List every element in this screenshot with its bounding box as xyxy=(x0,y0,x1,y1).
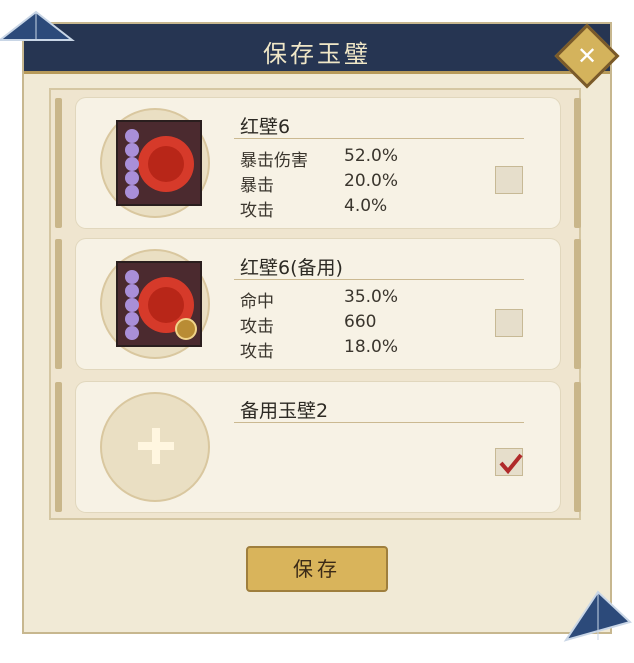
bottom-right-fan-icon xyxy=(560,582,634,652)
stat-label: 攻击 xyxy=(240,201,274,221)
item-name: 红壁6(备用) xyxy=(240,257,343,279)
list-item[interactable]: 红壁6 暴击伤害 52.0% 暴击 20.0% 攻击 4.0% xyxy=(55,98,581,228)
checkmark-icon xyxy=(499,453,523,475)
stat-label: 命中 xyxy=(240,292,274,312)
red-jade-icon xyxy=(116,120,202,206)
top-left-fan-icon xyxy=(0,6,76,46)
item-name: 红壁6 xyxy=(240,116,291,138)
stat-label: 攻击 xyxy=(240,342,274,362)
close-icon: ✕ xyxy=(576,42,598,70)
save-button[interactable]: 保存 xyxy=(246,546,388,592)
dialog-title: 保存玉璧 xyxy=(263,40,371,68)
add-slot-icon[interactable] xyxy=(136,426,176,466)
stat-label: 暴击伤害 xyxy=(240,151,308,171)
stat-value: 20.0% xyxy=(344,171,399,191)
stat-value: 35.0% xyxy=(344,287,399,307)
list-item[interactable]: 备用玉壁2 xyxy=(55,382,581,512)
stat-label: 攻击 xyxy=(240,317,274,337)
item-name: 备用玉壁2 xyxy=(240,400,329,422)
red-jade-icon xyxy=(116,261,202,347)
item-divider xyxy=(234,138,524,139)
stat-value: 4.0% xyxy=(344,196,388,216)
stat-value: 660 xyxy=(344,312,377,332)
select-checkbox[interactable] xyxy=(495,309,523,337)
select-checkbox[interactable] xyxy=(495,166,523,194)
list-item[interactable]: 红壁6(备用) 命中 35.0% 攻击 660 攻击 18.0% xyxy=(55,239,581,369)
stat-value: 52.0% xyxy=(344,146,399,166)
item-divider xyxy=(234,422,524,423)
select-checkbox[interactable] xyxy=(495,448,523,476)
stat-label: 暴击 xyxy=(240,176,274,196)
stat-value: 18.0% xyxy=(344,337,399,357)
item-divider xyxy=(234,279,524,280)
dialog-header: 保存玉璧 xyxy=(24,24,610,74)
